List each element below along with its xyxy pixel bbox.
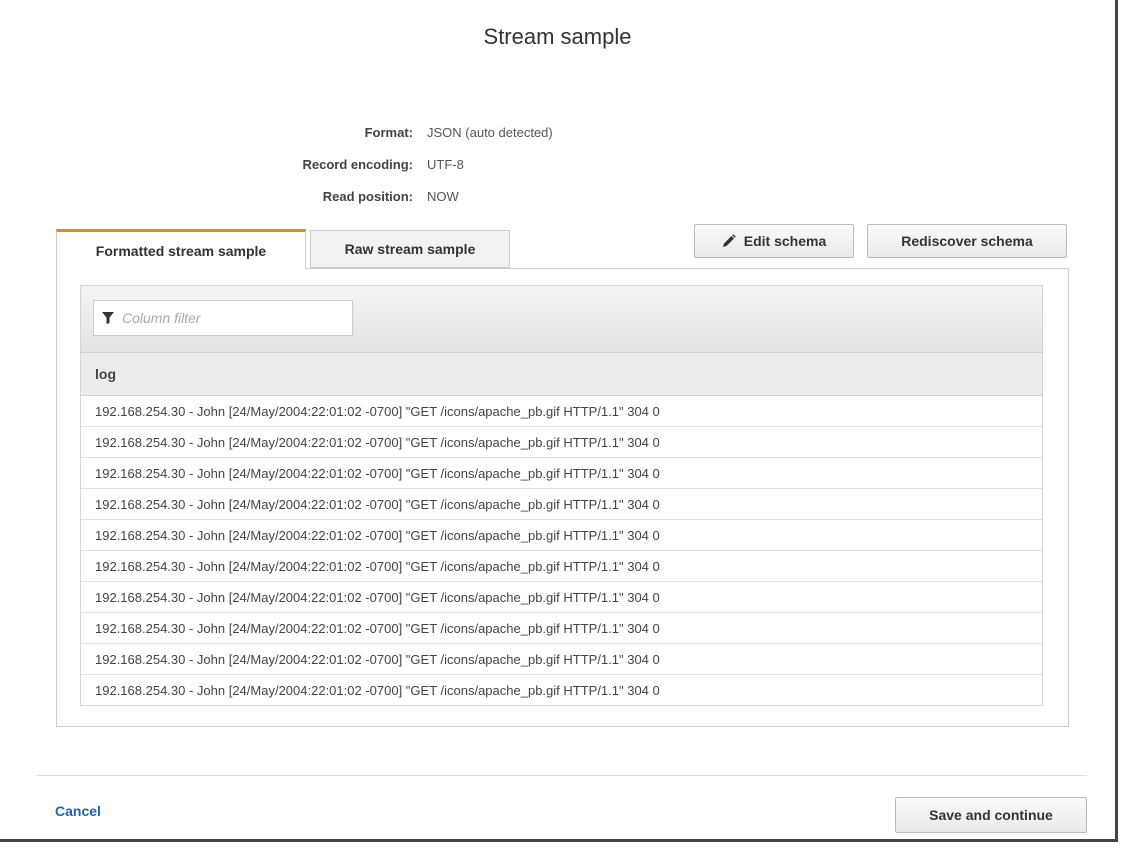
tab-raw-stream-sample[interactable]: Raw stream sample: [310, 230, 510, 268]
column-filter-input[interactable]: [120, 309, 344, 327]
edit-schema-button[interactable]: Edit schema: [694, 224, 854, 258]
stream-properties: Format: JSON (auto detected) Record enco…: [200, 116, 700, 212]
column-filter-box[interactable]: [93, 300, 353, 336]
filter-bar: [81, 286, 1042, 353]
table-row: 192.168.254.30 - John [24/May/2004:22:01…: [81, 613, 1042, 644]
save-and-continue-button[interactable]: Save and continue: [895, 797, 1087, 833]
property-label: Format:: [364, 124, 413, 140]
table-row: 192.168.254.30 - John [24/May/2004:22:01…: [81, 644, 1042, 675]
table-row: 192.168.254.30 - John [24/May/2004:22:01…: [81, 582, 1042, 613]
cancel-link[interactable]: Cancel: [55, 803, 101, 819]
property-value: JSON (auto detected): [427, 124, 553, 140]
table-row: 192.168.254.30 - John [24/May/2004:22:01…: [81, 489, 1042, 520]
table-row: 192.168.254.30 - John [24/May/2004:22:01…: [81, 427, 1042, 458]
tab-formatted-stream-sample[interactable]: Formatted stream sample: [56, 229, 306, 269]
property-format: Format: JSON (auto detected): [200, 116, 700, 148]
filter-icon: [102, 312, 114, 324]
rediscover-schema-button[interactable]: Rediscover schema: [867, 224, 1067, 258]
property-label: Record encoding:: [302, 156, 413, 172]
dialog-title: Stream sample: [483, 24, 632, 49]
table-row: 192.168.254.30 - John [24/May/2004:22:01…: [81, 458, 1042, 489]
pencil-icon: [722, 234, 736, 248]
footer-divider: [37, 775, 1087, 776]
table-row: 192.168.254.30 - John [24/May/2004:22:01…: [95, 682, 660, 698]
stream-sample-table: log 192.168.254.30 - John [24/May/2004:2…: [80, 285, 1043, 706]
column-header-log[interactable]: log: [81, 353, 1042, 396]
stream-sample-dialog: Stream sample Format: JSON (auto detecte…: [0, 0, 1118, 842]
table-row: 192.168.254.30 - John [24/May/2004:22:01…: [81, 551, 1042, 582]
table-row: 192.168.254.30 - John [24/May/2004:22:01…: [81, 520, 1042, 551]
table-row: 192.168.254.30 - John [24/May/2004:22:01…: [81, 396, 1042, 427]
property-read-position: Read position: NOW: [200, 180, 700, 212]
property-value: NOW: [427, 188, 459, 204]
edit-schema-label: Edit schema: [743, 233, 827, 249]
property-record-encoding: Record encoding: UTF-8: [200, 148, 700, 180]
property-value: UTF-8: [427, 156, 464, 172]
property-label: Read position:: [322, 188, 413, 204]
